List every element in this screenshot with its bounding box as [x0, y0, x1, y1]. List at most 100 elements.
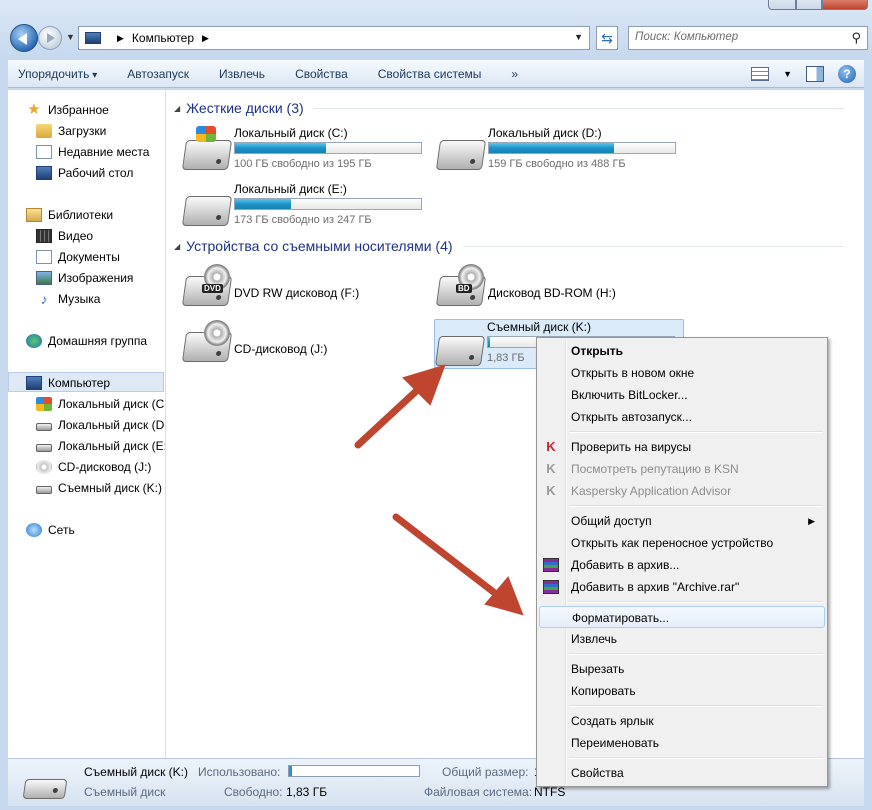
hard-drive-icon: [181, 140, 233, 170]
nav-drive-k[interactable]: Съемный диск (K:): [36, 478, 162, 498]
menu-ksn-reputation[interactable]: K Посмотреть репутацию в KSN: [539, 458, 825, 480]
nav-pictures[interactable]: Изображения: [36, 268, 133, 288]
view-options-icon[interactable]: [751, 67, 770, 81]
search-icon[interactable]: ⚲: [851, 30, 861, 46]
group-removable[interactable]: ◢ Устройства со съемными носителями (4): [174, 238, 864, 254]
menu-eject[interactable]: Извлечь: [539, 628, 825, 650]
nav-label: Музыка: [58, 292, 101, 306]
usage-fill: [235, 199, 291, 209]
search-input[interactable]: Поиск: Компьютер ⚲: [628, 26, 868, 50]
windows-drive-icon: [36, 397, 52, 411]
bd-label: BD: [456, 284, 472, 293]
drive-usage-bar: [488, 142, 676, 154]
menu-bitlocker[interactable]: Включить BitLocker...: [539, 384, 825, 406]
menu-label: Добавить в архив...: [571, 558, 680, 572]
nav-desktop[interactable]: Рабочий стол: [36, 163, 133, 183]
history-dropdown-icon[interactable]: ▼: [66, 32, 75, 42]
nav-libraries[interactable]: Библиотеки: [26, 205, 113, 225]
drive-d[interactable]: Локальный диск (D:) 159 ГБ свободно из 4…: [435, 126, 686, 182]
details-total-label: Общий размер:: [442, 765, 529, 779]
close-button[interactable]: [822, 0, 868, 10]
forward-button[interactable]: [38, 26, 62, 50]
drive-usage-bar: [234, 142, 422, 154]
help-icon[interactable]: ?: [838, 65, 856, 83]
autoplay-button[interactable]: Автозапуск: [127, 67, 189, 81]
nav-label: Съемный диск (K:): [58, 481, 162, 495]
address-dropdown-icon[interactable]: ▼: [574, 32, 583, 42]
nav-downloads[interactable]: Загрузки: [36, 121, 106, 141]
breadcrumb-separator-icon[interactable]: ▶: [117, 33, 124, 44]
nav-video[interactable]: Видео: [36, 226, 93, 246]
organize-button[interactable]: Упорядочить: [18, 67, 97, 81]
view-dropdown-icon[interactable]: ▼: [783, 69, 792, 79]
removable-drive-icon: [22, 779, 68, 799]
winrar-icon: [543, 580, 559, 594]
nav-computer[interactable]: Компьютер: [26, 373, 110, 393]
menu-format[interactable]: Форматировать...: [539, 606, 825, 628]
menu-open-new-window[interactable]: Открыть в новом окне: [539, 362, 825, 384]
drive-f[interactable]: DVD DVD RW дисковод (F:): [181, 262, 432, 318]
command-bar: Упорядочить Автозапуск Извлечь Свойства …: [8, 60, 864, 88]
kaspersky-icon: K: [546, 439, 556, 454]
nav-label: Загрузки: [58, 124, 107, 138]
nav-homegroup[interactable]: Домашняя группа: [26, 331, 147, 351]
hard-drive-icon: [181, 196, 233, 226]
breadcrumb-chevron-icon[interactable]: ▶: [202, 33, 209, 44]
menu-kaspersky-advisor[interactable]: K Kaspersky Application Advisor: [539, 480, 825, 502]
properties-button[interactable]: Свойства: [295, 67, 348, 81]
nav-music[interactable]: ♪ Музыка: [36, 289, 101, 309]
menu-open-portable[interactable]: Открыть как переносное устройство: [539, 532, 825, 554]
menu-scan-viruses[interactable]: K Проверить на вирусы: [539, 436, 825, 458]
menu-add-archive-rar[interactable]: Добавить в архив "Archive.rar": [539, 576, 825, 598]
nav-network[interactable]: Сеть: [26, 520, 75, 540]
drive-j[interactable]: CD-дисковод (J:): [181, 318, 432, 374]
collapse-triangle-icon[interactable]: ◢: [174, 242, 180, 251]
nav-documents[interactable]: Документы: [36, 247, 120, 267]
group-hard-disks[interactable]: ◢ Жесткие диски (3): [174, 100, 864, 116]
nav-drive-j[interactable]: CD-дисковод (J:): [36, 457, 151, 477]
menu-copy[interactable]: Копировать: [539, 680, 825, 702]
menu-separator: [569, 601, 823, 603]
drive-name: CD-дисковод (J:): [234, 342, 328, 356]
context-menu: Открыть Открыть в новом окне Включить Bi…: [536, 337, 828, 787]
menu-share[interactable]: Общий доступ ▶: [539, 510, 825, 532]
network-icon: [26, 523, 42, 537]
address-bar[interactable]: ▶ Компьютер ▶ ▼: [78, 26, 590, 50]
nav-drive-c[interactable]: Локальный диск (C: [36, 394, 164, 414]
breadcrumb-computer[interactable]: Компьютер: [132, 31, 194, 45]
computer-icon: [26, 376, 42, 390]
submenu-arrow-icon: ▶: [808, 516, 815, 526]
preview-pane-icon[interactable]: [806, 66, 824, 82]
menu-open-autoplay[interactable]: Открыть автозапуск...: [539, 406, 825, 428]
refresh-button[interactable]: ⇆: [596, 26, 618, 50]
nav-drive-d[interactable]: Локальный диск (D: [36, 415, 164, 435]
menu-open[interactable]: Открыть: [539, 340, 825, 362]
removable-drive-icon: [36, 485, 52, 494]
nav-drive-e[interactable]: Локальный диск (E:: [36, 436, 165, 456]
details-fs-label: Файловая система:: [424, 785, 533, 799]
nav-favorites[interactable]: ★ Избранное: [26, 100, 109, 120]
nav-label: Недавние места: [58, 145, 150, 159]
eject-button[interactable]: Извлечь: [219, 67, 265, 81]
back-button[interactable]: [10, 24, 38, 52]
collapse-triangle-icon[interactable]: ◢: [174, 104, 180, 113]
nav-label: CD-дисковод (J:): [58, 460, 152, 474]
more-commands-button[interactable]: »: [511, 67, 518, 81]
menu-create-shortcut[interactable]: Создать ярлык: [539, 710, 825, 732]
drive-e[interactable]: Локальный диск (E:) 173 ГБ свободно из 2…: [181, 182, 432, 238]
nav-label: Домашняя группа: [48, 334, 148, 348]
nav-recent[interactable]: Недавние места: [36, 142, 149, 162]
menu-add-archive[interactable]: Добавить в архив...: [539, 554, 825, 576]
drive-c[interactable]: Локальный диск (C:) 100 ГБ свободно из 1…: [181, 126, 432, 182]
menu-properties[interactable]: Свойства: [539, 762, 825, 784]
drive-h[interactable]: BD Дисковод BD-ROM (H:): [435, 262, 686, 318]
removable-drive-icon: [434, 336, 486, 366]
menu-separator: [569, 431, 823, 433]
details-type: Съемный диск: [84, 785, 166, 799]
minimize-button[interactable]: [768, 0, 796, 10]
maximize-button[interactable]: [796, 0, 822, 10]
system-properties-button[interactable]: Свойства системы: [378, 67, 482, 81]
menu-cut[interactable]: Вырезать: [539, 658, 825, 680]
menu-rename[interactable]: Переименовать: [539, 732, 825, 754]
drive-name: Локальный диск (D:): [488, 126, 602, 140]
